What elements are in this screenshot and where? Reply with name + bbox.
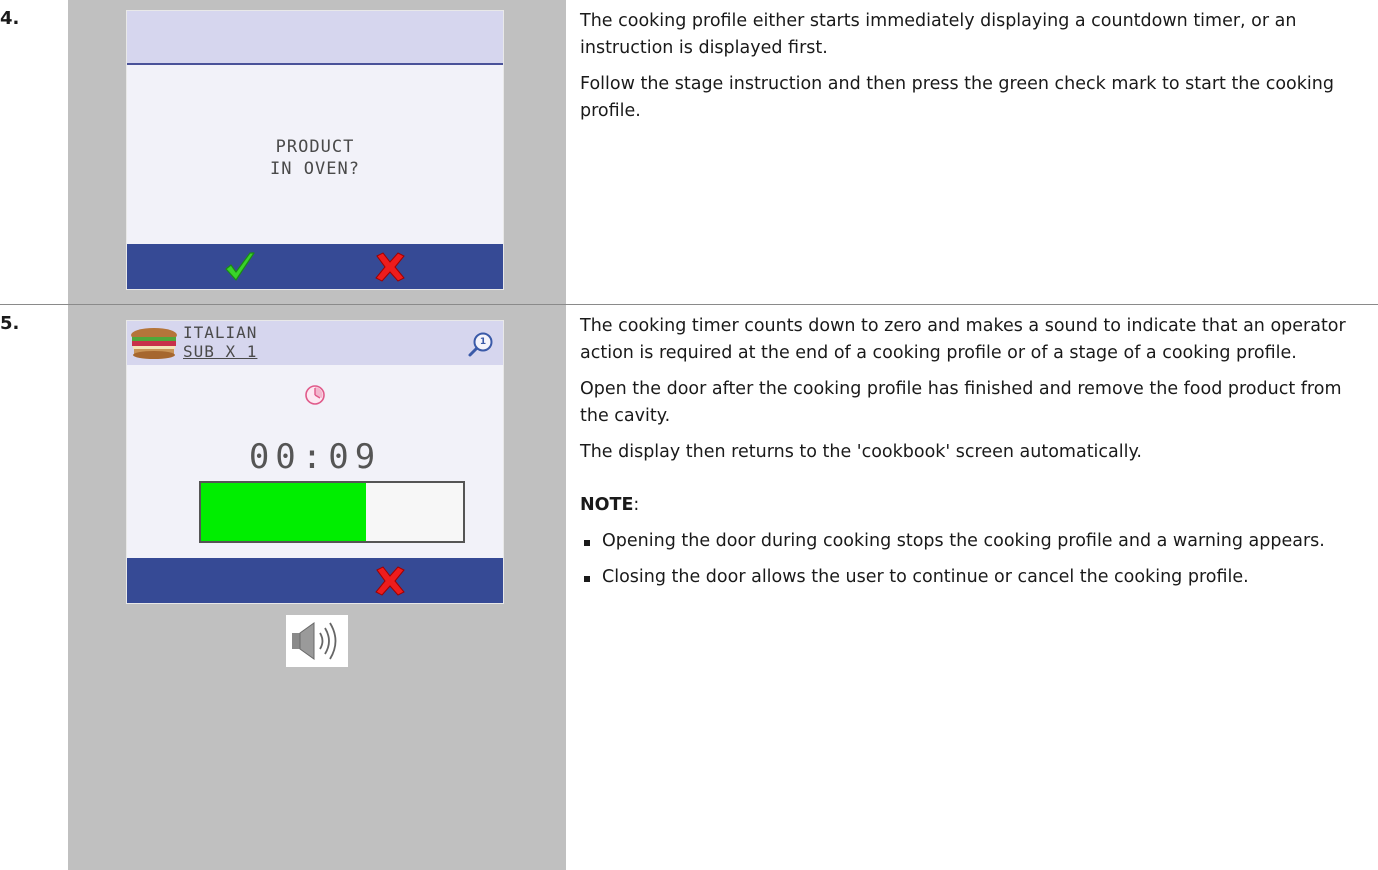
screen-image-cell: PRODUCT IN OVEN?	[68, 0, 566, 304]
list-item: Opening the door during cooking stops th…	[580, 528, 1370, 555]
oven-display-countdown: ITALIAN SUB X 1 1 00:09	[126, 320, 504, 604]
display-header: ITALIAN SUB X 1 1	[127, 321, 503, 365]
step-number: 5.	[0, 313, 20, 334]
recipe-title-line-1: ITALIAN	[183, 323, 258, 342]
list-item: Closing the door allows the user to cont…	[580, 564, 1370, 591]
paragraph: Follow the stage instruction and then pr…	[580, 74, 1334, 121]
screen-image-cell: ITALIAN SUB X 1 1 00:09	[68, 305, 566, 870]
paragraph: The display then returns to the 'cookboo…	[580, 442, 1142, 462]
step-description: The cooking timer counts down to zero an…	[580, 313, 1370, 600]
recipe-title: ITALIAN SUB X 1	[183, 323, 257, 361]
paragraph: The cooking timer counts down to zero an…	[580, 316, 1346, 363]
note-heading: NOTE:	[580, 492, 1370, 519]
countdown-timer: 00:09	[248, 437, 382, 477]
stage-badge: 1	[479, 337, 487, 347]
oven-display-product-in-oven: PRODUCT IN OVEN?	[126, 10, 504, 290]
speaker-sound-icon	[286, 615, 348, 667]
green-check-icon[interactable]	[223, 250, 257, 288]
note-label: NOTE	[580, 495, 634, 515]
display-header	[127, 11, 503, 65]
prompt-text: PRODUCT IN OVEN?	[127, 136, 503, 180]
step-number: 4.	[0, 8, 20, 29]
red-x-icon[interactable]	[373, 250, 407, 288]
display-footer	[127, 244, 503, 289]
stage-clock-icon	[304, 384, 326, 410]
cooking-progress-bar	[199, 481, 465, 543]
paragraph: The cooking profile either starts immedi…	[580, 11, 1297, 58]
display-footer	[127, 558, 503, 603]
note-colon: :	[633, 495, 640, 515]
note-list: Opening the door during cooking stops th…	[580, 528, 1370, 591]
recipe-title-line-2: SUB X 1	[183, 342, 258, 361]
prompt-line-1: PRODUCT	[275, 137, 355, 157]
progress-fill	[201, 483, 367, 541]
sandwich-thumbnail-icon	[129, 325, 179, 365]
red-x-icon[interactable]	[373, 564, 407, 602]
prompt-line-2: IN OVEN?	[270, 159, 360, 179]
paragraph: Open the door after the cooking profile …	[580, 379, 1342, 426]
step-4-row: 4. PRODUCT IN OVEN? The cooking profile …	[0, 0, 1378, 304]
step-5-row: 5. ITALIAN SUB X 1 1 00:09 The cooking t…	[0, 305, 1378, 870]
magnifier-stage-icon[interactable]: 1	[467, 330, 495, 358]
step-description: The cooking profile either starts immedi…	[580, 8, 1370, 134]
